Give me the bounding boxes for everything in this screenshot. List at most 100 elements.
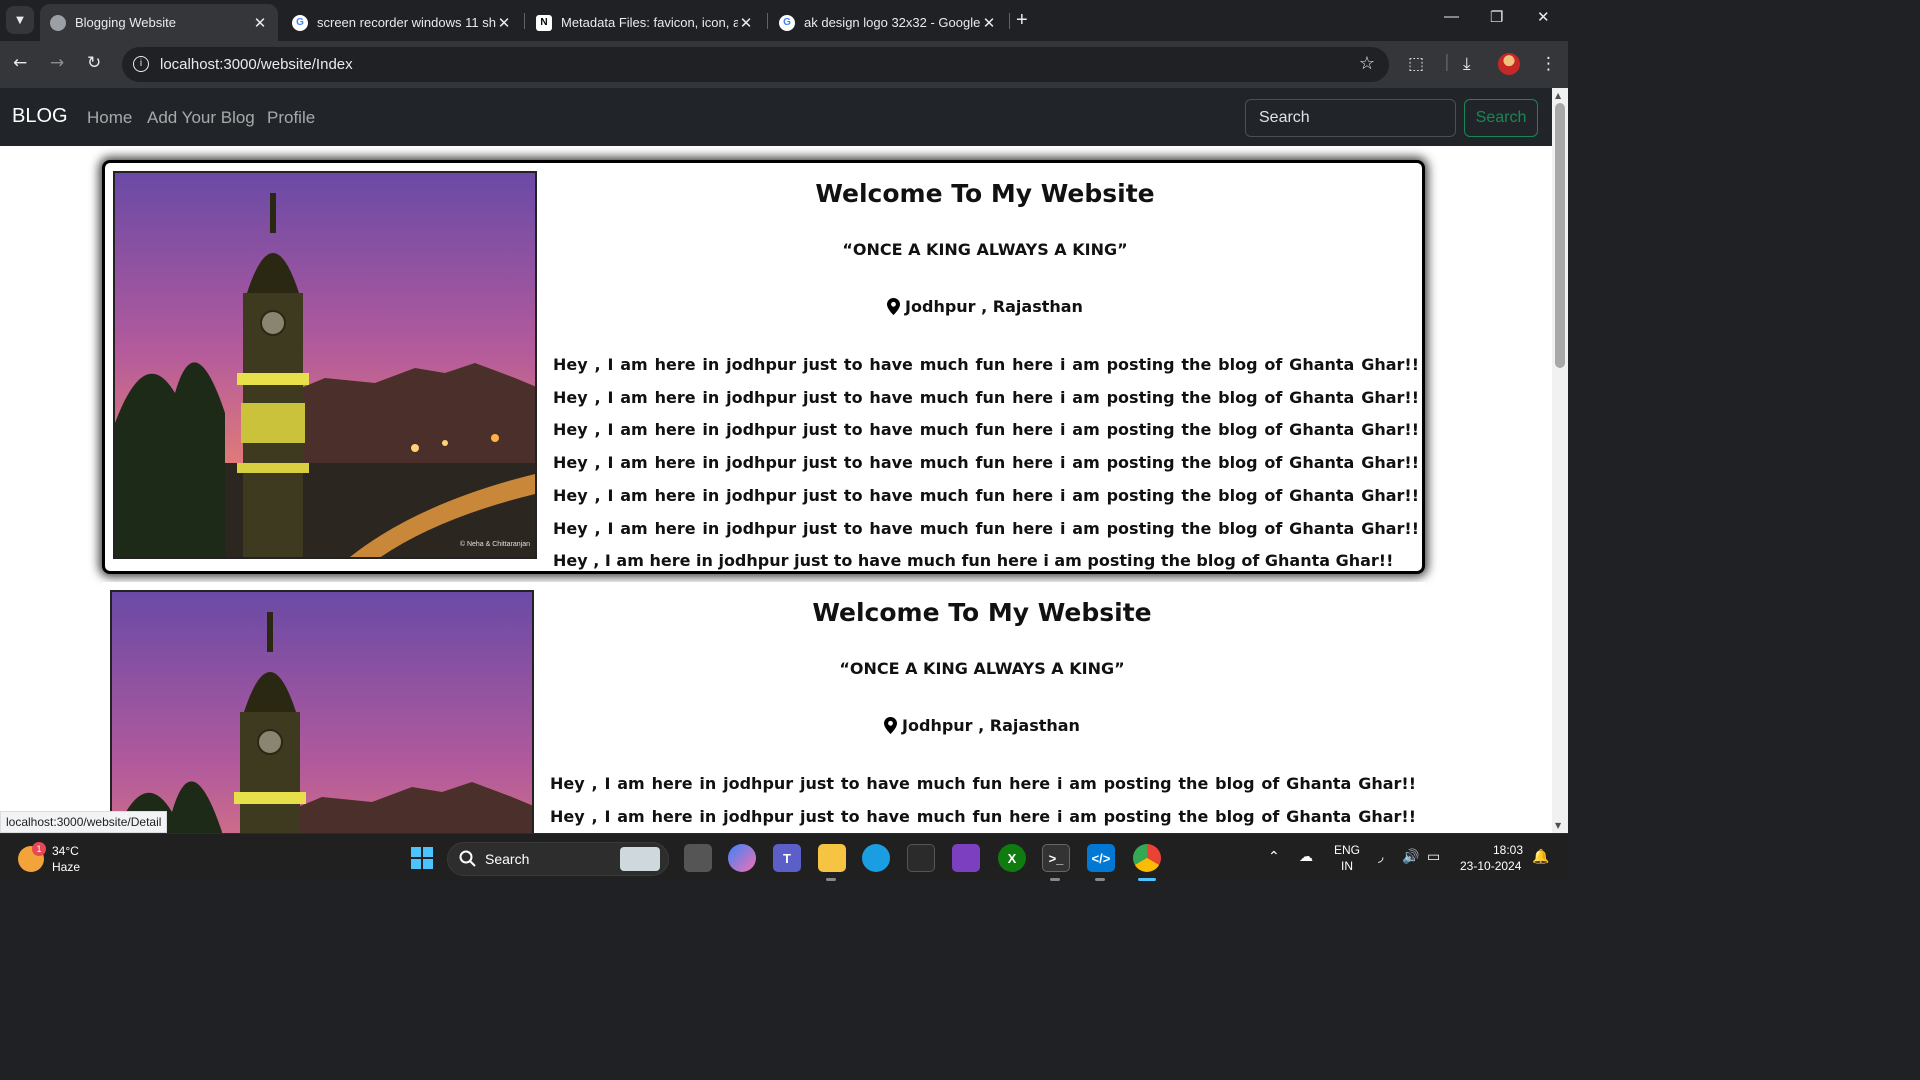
teams-icon[interactable]: T [773,844,801,872]
running-indicator [1050,878,1060,881]
browser-tab-ak-design-logo[interactable]: G ak design logo 32x32 - Google ✕ [769,4,1007,41]
search-icon [459,850,476,867]
taskbar-search-box[interactable]: Search [447,842,669,876]
task-view-icon[interactable] [684,844,712,872]
photo-credit: © Neha & Chittaranjan [459,541,530,548]
post-body-text: Hey , I am here in jodhpur just to have … [553,355,1419,571]
post-photo[interactable]: © Neha & Chittaranjan [113,171,537,559]
xbox-icon[interactable]: X [998,844,1026,872]
tab-title: screen recorder windows 11 sh [317,15,496,30]
menu-kebab-icon[interactable]: ⋮ [1540,54,1557,74]
clock-tower-photo [115,173,535,557]
close-icon[interactable]: ✕ [981,14,997,32]
post-location: Jodhpur , Rajasthan [548,716,1416,735]
battery-icon[interactable]: ▭ [1427,849,1440,865]
post-location-text: Jodhpur , Rajasthan [902,716,1080,735]
browser-tab-strip: ▼ Blogging Website ✕ G screen recorder w… [0,0,1568,41]
address-url[interactable]: localhost:3000/website/Index [160,56,353,73]
language-line-2[interactable]: IN [1341,859,1353,873]
site-search-input[interactable] [1245,99,1456,137]
profile-avatar[interactable] [1498,53,1520,75]
reload-icon[interactable]: ↻ [87,53,101,73]
wifi-icon[interactable]: ◞ [1378,849,1383,865]
post-location-text: Jodhpur , Rajasthan [905,297,1083,316]
site-info-icon[interactable]: i [133,56,149,72]
scroll-down-icon[interactable]: ▼ [1555,821,1561,830]
copilot-icon[interactable] [728,844,756,872]
nav-link-home[interactable]: Home [87,108,132,128]
chevron-up-icon[interactable]: ⌃ [1268,849,1280,865]
tab-search-button[interactable]: ▼ [6,6,34,34]
cloud-icon[interactable]: ☁ [1299,849,1313,865]
page-scrollbar[interactable]: ▲ ▼ [1552,88,1568,833]
weather-condition: Haze [52,860,81,874]
tab-title: Blogging Website [75,15,176,30]
tab-divider [767,13,768,29]
app-icon[interactable] [952,844,980,872]
store-icon[interactable] [907,844,935,872]
windows-taskbar: 1 34°C Haze Search T X >_ </> ⌃ ☁ ENG IN… [0,833,1568,882]
clock-tower-photo [112,592,532,833]
chrome-icon[interactable] [1133,844,1161,872]
notification-bell-icon[interactable]: 🔔 [1532,849,1549,865]
edge-icon[interactable] [862,844,890,872]
blog-post-card[interactable]: © Neha & Chittaranjan Welcome To My Webs… [102,160,1425,574]
download-icon[interactable]: ⤓ [1463,54,1471,74]
forward-arrow-icon[interactable]: → [50,53,64,73]
nav-link-profile[interactable]: Profile [267,108,315,128]
site-navbar: BLOG Home Add Your Blog Profile Search [0,88,1552,146]
post-title: Welcome To My Website [812,598,1152,627]
weather-temperature: 34°C [52,844,79,858]
file-explorer-icon[interactable] [818,844,846,872]
terminal-icon[interactable]: >_ [1042,844,1070,872]
close-icon[interactable]: ✕ [738,14,754,32]
nav-link-add-your-blog[interactable]: Add Your Blog [147,108,255,128]
location-pin-icon [884,717,898,734]
weather-widget[interactable]: 1 34°C Haze [18,842,128,876]
clock-time[interactable]: 18:03 [1493,843,1523,857]
tab-title: ak design logo 32x32 - Google [804,15,981,30]
browser-tab-metadata-files[interactable]: N Metadata Files: favicon, icon, ar ✕ [526,4,764,41]
page-viewport: BLOG Home Add Your Blog Profile Search S… [0,88,1552,833]
close-icon[interactable]: ✕ [496,14,512,32]
minimize-icon[interactable]: — [1444,8,1459,25]
scrollbar-thumb[interactable] [1555,103,1565,368]
post-body-text: Hey , I am here in jodhpur just to have … [550,774,1416,826]
location-pin-icon [887,298,901,315]
globe-icon [50,14,66,31]
site-brand[interactable]: BLOG [12,105,68,128]
post-location: Jodhpur , Rajasthan [551,297,1419,316]
address-bar[interactable]: i localhost:3000/website/Index ☆ [122,47,1389,82]
chevron-down-icon: ▼ [16,14,24,26]
blog-post-card[interactable]: Welcome To My Website “ONCE A KING ALWAY… [102,582,1425,833]
tab-title: Metadata Files: favicon, icon, ar [561,15,738,30]
google-icon: G [779,14,795,31]
clock-date[interactable]: 23-10-2024 [1460,859,1521,873]
volume-icon[interactable]: 🔊 [1402,849,1419,865]
post-photo[interactable] [110,590,534,833]
browser-toolbar: ← → ↻ i localhost:3000/website/Index ☆ ⬚… [0,41,1568,88]
language-line-1[interactable]: ENG [1334,843,1360,857]
scroll-up-icon[interactable]: ▲ [1555,91,1561,100]
running-indicator [826,878,836,881]
active-app-indicator [1138,878,1156,881]
vscode-icon[interactable]: </> [1087,844,1115,872]
extensions-icon[interactable]: ⬚ [1408,54,1424,74]
notification-badge: 1 [32,842,46,856]
link-status-tooltip: localhost:3000/website/Detail [0,811,168,833]
back-arrow-icon[interactable]: ← [13,53,27,73]
bookmark-star-icon[interactable]: ☆ [1359,53,1375,74]
taskbar-search-label: Search [485,851,530,867]
restore-icon[interactable]: ❐ [1490,8,1503,26]
browser-tab-blogging-website[interactable]: Blogging Website ✕ [40,4,278,41]
browser-tab-screen-recorder[interactable]: G screen recorder windows 11 sh ✕ [282,4,522,41]
site-search-button[interactable]: Search [1464,99,1538,137]
window-close-icon[interactable]: ✕ [1537,8,1550,26]
running-indicator [1095,878,1105,881]
tab-divider [1009,13,1010,29]
close-icon[interactable]: ✕ [252,14,268,32]
tab-divider [524,13,525,29]
windows-start-icon[interactable] [408,844,436,872]
new-tab-button[interactable]: + [1016,9,1028,32]
notion-icon: N [536,14,552,31]
